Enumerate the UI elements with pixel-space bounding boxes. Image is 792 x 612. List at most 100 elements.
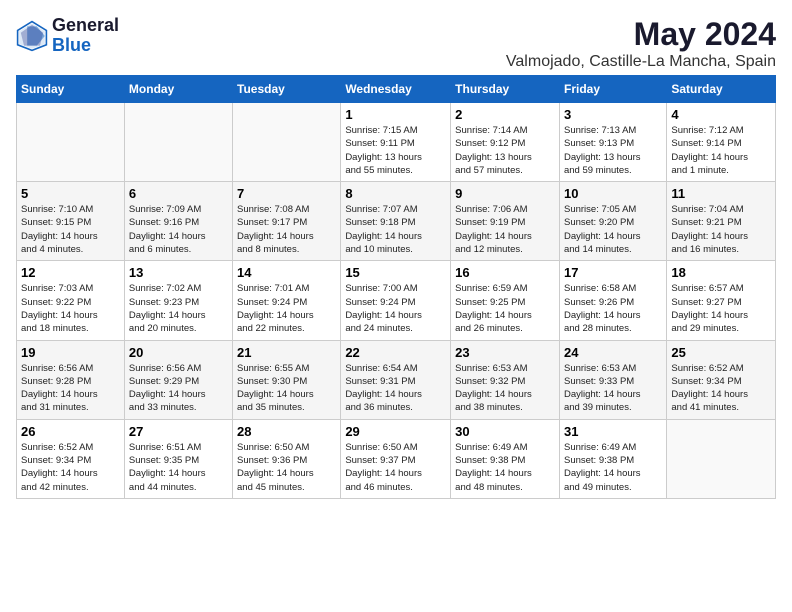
- calendar-cell: 19 Sunrise: 6:56 AMSunset: 9:28 PMDayligh…: [17, 340, 125, 419]
- day-number: 30: [455, 424, 555, 439]
- calendar-cell: 5Sunrise: 7:10 AMSunset: 9:15 PMDaylight…: [17, 182, 125, 261]
- calendar-cell: 18 Sunrise: 6:57 AMSunset: 9:27 PMDayligh…: [667, 261, 776, 340]
- day-info: Sunrise: 6:58 AMSunset: 9:26 PMDaylight:…: [564, 282, 662, 335]
- day-info: Sunrise: 7:08 AMSunset: 9:17 PMDaylight:…: [237, 203, 336, 256]
- day-info: Sunrise: 6:53 AMSunset: 9:33 PMDaylight:…: [564, 362, 662, 415]
- day-number: 18: [671, 265, 771, 280]
- calendar-cell: 30Sunrise: 6:49 AMSunset: 9:38 PMDayligh…: [451, 419, 560, 498]
- calendar-cell: 29 Sunrise: 6:50 AMSunset: 9:37 PMDayligh…: [341, 419, 451, 498]
- logo-text: General Blue: [52, 16, 119, 56]
- day-number: 9: [455, 186, 555, 201]
- day-number: 21: [237, 345, 336, 360]
- calendar-cell: 27Sunrise: 6:51 AMSunset: 9:35 PMDayligh…: [124, 419, 232, 498]
- header-row: SundayMondayTuesdayWednesdayThursdayFrid…: [17, 76, 776, 103]
- day-number: 23: [455, 345, 555, 360]
- day-info: Sunrise: 6:54 AMSunset: 9:31 PMDaylight:…: [345, 362, 446, 415]
- header-day: Tuesday: [233, 76, 341, 103]
- day-number: 22: [345, 345, 446, 360]
- day-number: 17: [564, 265, 662, 280]
- calendar-cell: 17 Sunrise: 6:58 AMSunset: 9:26 PMDayligh…: [559, 261, 666, 340]
- day-number: 10: [564, 186, 662, 201]
- title-location: Valmojado, Castille-La Mancha, Spain: [506, 53, 776, 71]
- day-info: Sunrise: 7:04 AMSunset: 9:21 PMDaylight:…: [671, 203, 771, 256]
- calendar-cell: 2 Sunrise: 7:14 AMSunset: 9:12 PMDaylight…: [451, 103, 560, 182]
- day-number: 25: [671, 345, 771, 360]
- calendar-cell: 24 Sunrise: 6:53 AMSunset: 9:33 PMDayligh…: [559, 340, 666, 419]
- day-info: Sunrise: 7:03 AMSunset: 9:22 PMDaylight:…: [21, 282, 120, 335]
- logo: General Blue: [16, 16, 119, 56]
- day-info: Sunrise: 6:56 AMSunset: 9:29 PMDaylight:…: [129, 362, 228, 415]
- day-number: 31: [564, 424, 662, 439]
- calendar-cell: 11 Sunrise: 7:04 AMSunset: 9:21 PMDayligh…: [667, 182, 776, 261]
- day-info: Sunrise: 6:52 AMSunset: 9:34 PMDaylight:…: [671, 362, 771, 415]
- title-month: May 2024: [506, 16, 776, 53]
- calendar-cell: 22 Sunrise: 6:54 AMSunset: 9:31 PMDayligh…: [341, 340, 451, 419]
- day-number: 8: [345, 186, 446, 201]
- day-number: 19: [21, 345, 120, 360]
- day-info: Sunrise: 6:50 AMSunset: 9:36 PMDaylight:…: [237, 441, 336, 494]
- header-day: Thursday: [451, 76, 560, 103]
- day-number: 5: [21, 186, 120, 201]
- day-number: 28: [237, 424, 336, 439]
- day-number: 7: [237, 186, 336, 201]
- calendar-cell: [124, 103, 232, 182]
- day-number: 29: [345, 424, 446, 439]
- calendar-cell: 20Sunrise: 6:56 AMSunset: 9:29 PMDayligh…: [124, 340, 232, 419]
- header-day: Sunday: [17, 76, 125, 103]
- day-number: 4: [671, 107, 771, 122]
- day-info: Sunrise: 7:00 AMSunset: 9:24 PMDaylight:…: [345, 282, 446, 335]
- calendar-cell: 16 Sunrise: 6:59 AMSunset: 9:25 PMDayligh…: [451, 261, 560, 340]
- calendar-cell: 15 Sunrise: 7:00 AMSunset: 9:24 PMDayligh…: [341, 261, 451, 340]
- calendar-week-row: 12 Sunrise: 7:03 AMSunset: 9:22 PMDayligh…: [17, 261, 776, 340]
- day-info: Sunrise: 6:56 AMSunset: 9:28 PMDaylight:…: [21, 362, 120, 415]
- day-info: Sunrise: 7:05 AMSunset: 9:20 PMDaylight:…: [564, 203, 662, 256]
- calendar-week-row: 5Sunrise: 7:10 AMSunset: 9:15 PMDaylight…: [17, 182, 776, 261]
- calendar-cell: 23Sunrise: 6:53 AMSunset: 9:32 PMDayligh…: [451, 340, 560, 419]
- day-number: 11: [671, 186, 771, 201]
- day-info: Sunrise: 7:13 AMSunset: 9:13 PMDaylight:…: [564, 124, 662, 177]
- day-info: Sunrise: 6:57 AMSunset: 9:27 PMDaylight:…: [671, 282, 771, 335]
- day-info: Sunrise: 6:51 AMSunset: 9:35 PMDaylight:…: [129, 441, 228, 494]
- day-info: Sunrise: 7:01 AMSunset: 9:24 PMDaylight:…: [237, 282, 336, 335]
- day-number: 26: [21, 424, 120, 439]
- calendar-cell: 21Sunrise: 6:55 AMSunset: 9:30 PMDayligh…: [233, 340, 341, 419]
- day-number: 3: [564, 107, 662, 122]
- header-day: Monday: [124, 76, 232, 103]
- day-info: Sunrise: 6:49 AMSunset: 9:38 PMDaylight:…: [564, 441, 662, 494]
- day-number: 13: [129, 265, 228, 280]
- day-info: Sunrise: 6:50 AMSunset: 9:37 PMDaylight:…: [345, 441, 446, 494]
- calendar-cell: 31 Sunrise: 6:49 AMSunset: 9:38 PMDayligh…: [559, 419, 666, 498]
- page-header: General Blue May 2024 Valmojado, Castill…: [16, 16, 776, 71]
- calendar-cell: 3 Sunrise: 7:13 AMSunset: 9:13 PMDaylight…: [559, 103, 666, 182]
- header-day: Wednesday: [341, 76, 451, 103]
- day-number: 2: [455, 107, 555, 122]
- logo-general: General: [52, 16, 119, 36]
- day-number: 24: [564, 345, 662, 360]
- calendar-header: SundayMondayTuesdayWednesdayThursdayFrid…: [17, 76, 776, 103]
- calendar-cell: 12 Sunrise: 7:03 AMSunset: 9:22 PMDayligh…: [17, 261, 125, 340]
- calendar-week-row: 26Sunrise: 6:52 AMSunset: 9:34 PMDayligh…: [17, 419, 776, 498]
- calendar-week-row: 1Sunrise: 7:15 AMSunset: 9:11 PMDaylight…: [17, 103, 776, 182]
- calendar-cell: 9Sunrise: 7:06 AMSunset: 9:19 PMDaylight…: [451, 182, 560, 261]
- title-block: May 2024 Valmojado, Castille-La Mancha, …: [506, 16, 776, 71]
- calendar-cell: 26Sunrise: 6:52 AMSunset: 9:34 PMDayligh…: [17, 419, 125, 498]
- logo-icon: [16, 20, 48, 52]
- calendar-cell: [233, 103, 341, 182]
- header-day: Saturday: [667, 76, 776, 103]
- calendar-cell: [17, 103, 125, 182]
- calendar-cell: 8Sunrise: 7:07 AMSunset: 9:18 PMDaylight…: [341, 182, 451, 261]
- day-number: 14: [237, 265, 336, 280]
- calendar-cell: 1Sunrise: 7:15 AMSunset: 9:11 PMDaylight…: [341, 103, 451, 182]
- day-info: Sunrise: 7:02 AMSunset: 9:23 PMDaylight:…: [129, 282, 228, 335]
- day-info: Sunrise: 6:59 AMSunset: 9:25 PMDaylight:…: [455, 282, 555, 335]
- day-info: Sunrise: 7:14 AMSunset: 9:12 PMDaylight:…: [455, 124, 555, 177]
- calendar-body: 1Sunrise: 7:15 AMSunset: 9:11 PMDaylight…: [17, 103, 776, 499]
- day-number: 12: [21, 265, 120, 280]
- day-number: 15: [345, 265, 446, 280]
- calendar-week-row: 19 Sunrise: 6:56 AMSunset: 9:28 PMDayligh…: [17, 340, 776, 419]
- logo-blue: Blue: [52, 36, 119, 56]
- calendar-table: SundayMondayTuesdayWednesdayThursdayFrid…: [16, 75, 776, 499]
- calendar-cell: 4Sunrise: 7:12 AMSunset: 9:14 PMDaylight…: [667, 103, 776, 182]
- day-info: Sunrise: 7:09 AMSunset: 9:16 PMDaylight:…: [129, 203, 228, 256]
- day-number: 16: [455, 265, 555, 280]
